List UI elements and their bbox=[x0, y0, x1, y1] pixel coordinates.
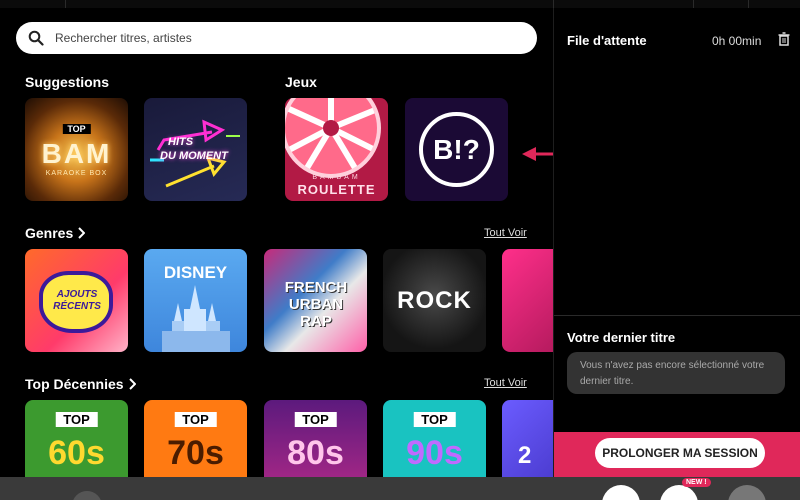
top-badge: TOP bbox=[294, 412, 337, 427]
queue-panel: File d'attente 0h 00min Votre dernier ti… bbox=[553, 8, 800, 477]
queue-title: File d'attente bbox=[567, 33, 647, 48]
castle-icon bbox=[162, 285, 230, 352]
quiz-logo-text: B!? bbox=[433, 133, 480, 165]
mic-mode-icon[interactable] bbox=[660, 485, 698, 500]
bam-logo-text: BAM bbox=[41, 138, 112, 169]
last-song-empty-message: Vous n'avez pas encore sélectionné votre… bbox=[567, 352, 785, 394]
top-badge: TOP bbox=[55, 412, 98, 427]
decades-see-all-link[interactable]: Tout Voir bbox=[484, 377, 527, 389]
microphone-icon[interactable] bbox=[728, 485, 766, 500]
extend-session-banner: PROLONGER MA SESSION bbox=[554, 432, 800, 477]
top-badge: TOP bbox=[413, 412, 456, 427]
genre-label-recent: AJOUTS RÉCENTS bbox=[53, 289, 101, 312]
suggestions-label: Suggestions bbox=[25, 74, 110, 90]
trash-icon[interactable] bbox=[777, 32, 791, 46]
search-input[interactable] bbox=[55, 31, 495, 45]
quiz-logo: B!? bbox=[419, 112, 494, 187]
karaoke-box-text: KARAOKE BOX bbox=[45, 170, 108, 177]
decades-heading[interactable]: Top Décennies bbox=[25, 376, 136, 392]
bottom-bar bbox=[0, 477, 800, 500]
genres-label: Genres bbox=[25, 225, 74, 241]
decade-label: 90s bbox=[406, 434, 463, 472]
decade-label: 2 bbox=[518, 442, 532, 469]
genre-tile-urban-rap[interactable]: FRENCH URBAN RAP bbox=[264, 249, 367, 352]
decade-tile-90s[interactable]: TOP 90s bbox=[383, 400, 486, 477]
top-bar-divider bbox=[553, 0, 554, 8]
genre-tile-rock[interactable]: ROCK bbox=[383, 249, 486, 352]
top-bar-divider bbox=[693, 0, 694, 8]
chevron-right-icon bbox=[78, 227, 86, 239]
top-bar bbox=[0, 0, 800, 8]
games-label: Jeux bbox=[285, 74, 317, 90]
top-bar-divider bbox=[748, 0, 749, 8]
suggestion-hits-tile[interactable]: HITS DU MOMENT bbox=[144, 98, 247, 201]
suggestion-top-bam-tile[interactable]: TOP BAM KARAOKE BOX bbox=[25, 98, 128, 201]
decade-tile-partial[interactable]: 2 bbox=[502, 400, 553, 477]
genres-see-all-link[interactable]: Tout Voir bbox=[484, 227, 527, 239]
new-badge: NEW ! bbox=[682, 478, 711, 487]
genre-label-rock: ROCK bbox=[397, 287, 472, 314]
genre-tile-recent[interactable]: AJOUTS RÉCENTS bbox=[25, 249, 128, 352]
catalog-panel: Suggestions Jeux TOP BAM KARAOKE BOX HIT… bbox=[0, 8, 553, 477]
last-song-title: Votre dernier titre bbox=[567, 330, 676, 345]
music-note-icon[interactable] bbox=[602, 485, 640, 500]
genre-tile-partial[interactable] bbox=[502, 249, 553, 352]
games-heading: Jeux bbox=[285, 74, 317, 90]
avatar-icon[interactable] bbox=[72, 491, 102, 500]
suggestions-heading: Suggestions bbox=[25, 74, 109, 90]
game-roulette-tile[interactable]: BAMBAM ROULETTE bbox=[285, 98, 388, 201]
divider bbox=[554, 315, 800, 316]
decades-label: Top Décennies bbox=[25, 376, 124, 392]
decade-label: 70s bbox=[167, 434, 224, 472]
decade-tile-60s[interactable]: TOP 60s bbox=[25, 400, 128, 477]
roulette-brand: BAMBAM bbox=[312, 174, 361, 181]
hits-title-line1: HITS bbox=[168, 136, 194, 148]
decade-tile-70s[interactable]: TOP 70s bbox=[144, 400, 247, 477]
genre-label-urban-rap: FRENCH URBAN RAP bbox=[284, 279, 348, 330]
decade-tile-80s[interactable]: TOP 80s bbox=[264, 400, 367, 477]
decade-label: 60s bbox=[48, 434, 105, 472]
top-badge: TOP bbox=[62, 124, 91, 134]
genre-tile-disney[interactable]: DISNEY bbox=[144, 249, 247, 352]
queue-duration: 0h 00min bbox=[712, 34, 762, 48]
hits-title-line2: DU MOMENT bbox=[160, 150, 228, 162]
extend-session-button[interactable]: PROLONGER MA SESSION bbox=[595, 438, 765, 468]
top-bar-divider bbox=[65, 0, 66, 8]
search-bar[interactable] bbox=[16, 22, 537, 54]
roulette-title: ROULETTE bbox=[297, 182, 376, 197]
decade-label: 80s bbox=[287, 434, 344, 472]
search-icon bbox=[28, 30, 44, 46]
top-badge: TOP bbox=[174, 412, 217, 427]
game-quiz-tile[interactable]: B!? bbox=[405, 98, 508, 201]
chevron-right-icon bbox=[128, 378, 136, 390]
genres-heading[interactable]: Genres bbox=[25, 225, 86, 241]
